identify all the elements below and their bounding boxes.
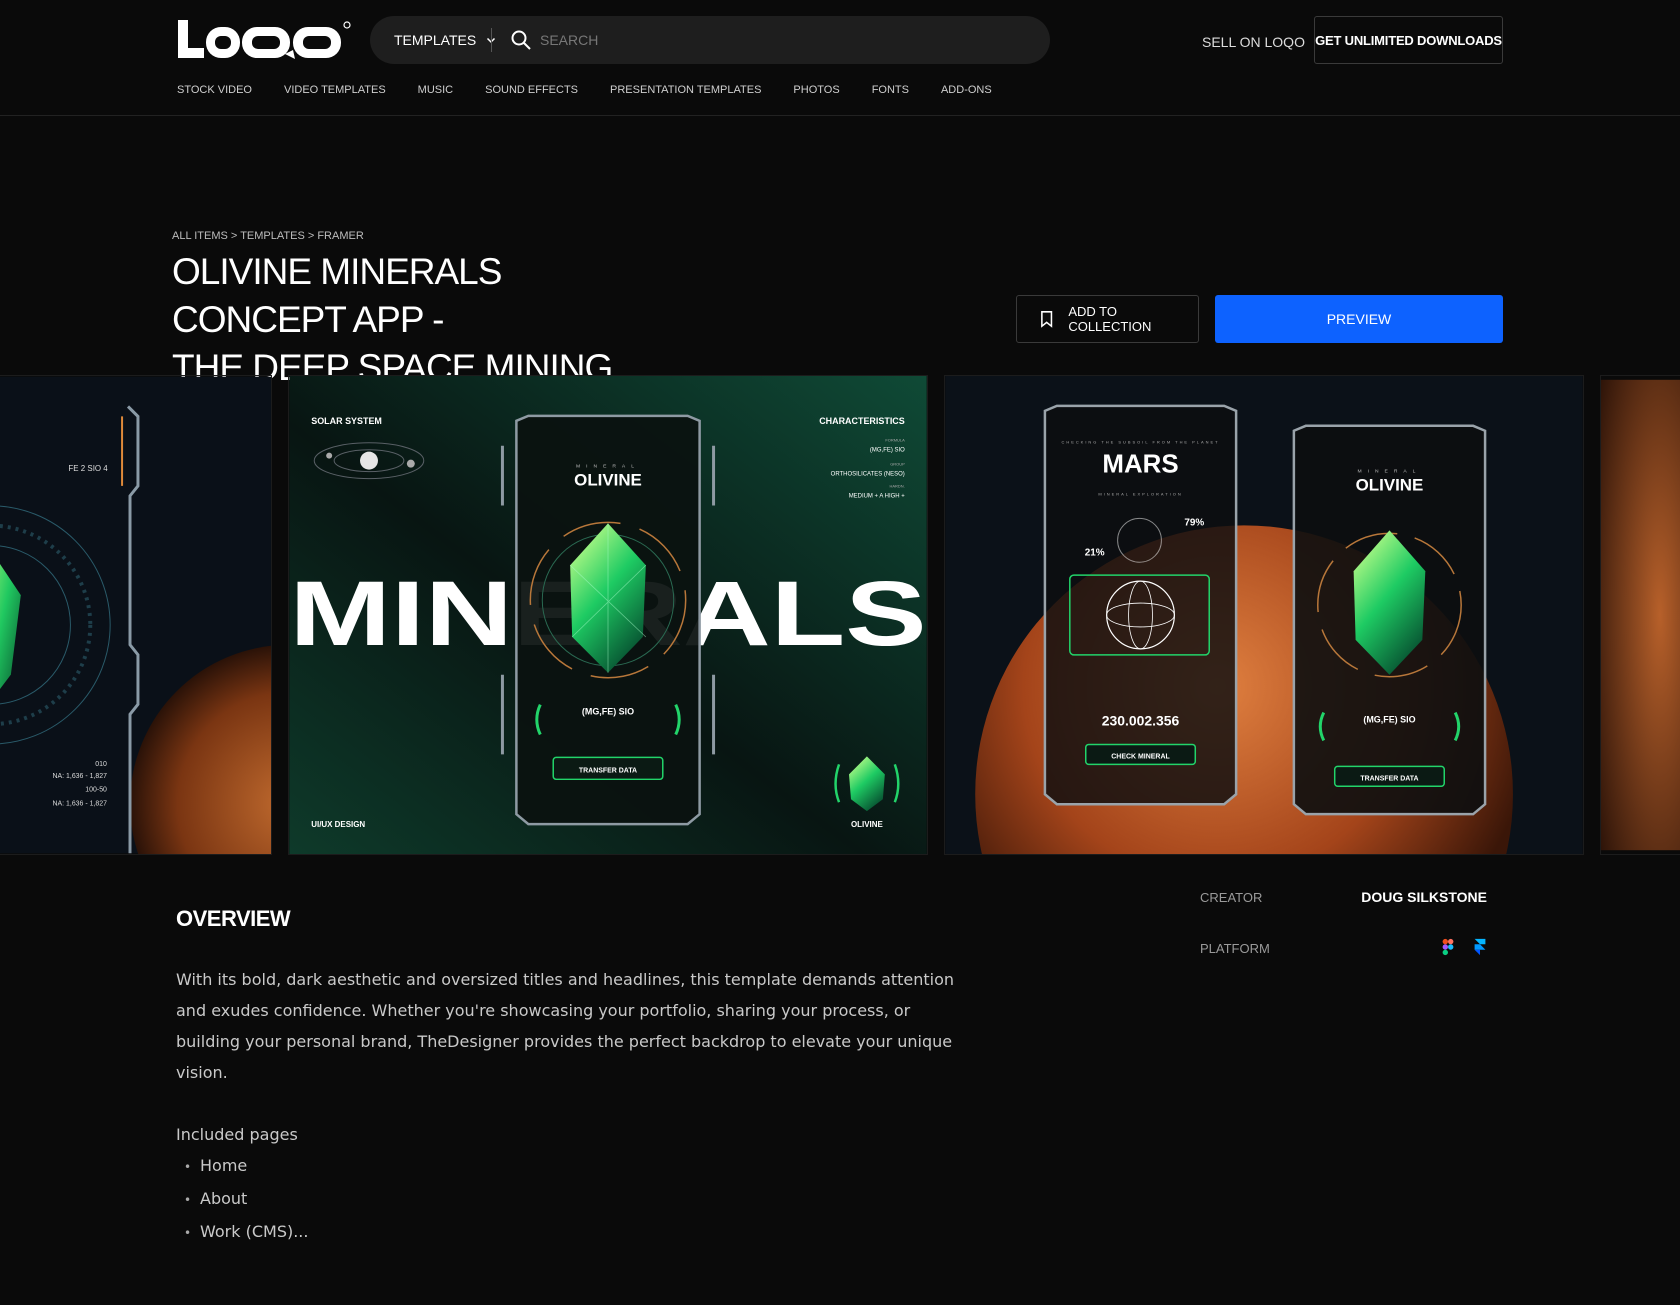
slide-2-mineral-sub: MINERAL [576,464,640,470]
slide-3-check-button: CHECK MINERAL [1111,753,1170,760]
included-pages-list: Home About Work (CMS)... [176,1150,308,1249]
gallery-slide-3[interactable]: CHECKING THE SUBSOIL FROM THE PLANET MAR… [944,375,1584,855]
preview-button[interactable]: PREVIEW [1215,295,1503,343]
slide-1-text-2: 010 [95,761,107,768]
nav-music[interactable]: MUSIC [418,84,453,96]
slide-3-transfer-button: TRANSFER DATA [1360,775,1418,782]
slide-3-pct-1: 79% [1184,517,1204,528]
slide-1-text-4: 100-50 [85,787,107,794]
slide-2-transfer-button: TRANSFER DATA [579,767,637,774]
slide-3-mars-sub: CHECKING THE SUBSOIL FROM THE PLANET [1061,440,1219,445]
slide-3-mineral-sub: MINERAL [1358,469,1422,475]
site-logo[interactable] [175,18,353,60]
framer-icon [1474,938,1486,956]
creator-name[interactable]: DOUG SILKSTONE [1361,889,1487,905]
slide-3-mars-title: MARS [1102,451,1178,479]
add-to-collection-button[interactable]: ADD TO COLLECTION [1016,295,1199,343]
slide-3-formula-card: (MG,FE) SIO [1363,715,1415,725]
breadcrumb: ALL ITEMS > TEMPLATES > FRAMER [172,230,364,242]
bookmark-icon [1041,311,1053,328]
site-header: TEMPLATES SELL ON LOQO GET UNLIMITED DOW… [0,0,1680,116]
included-pages-heading: Included pages [176,1125,298,1144]
nav-fonts[interactable]: FONTS [872,84,909,96]
product-title-line1: OLIVINE MINERALS CONCEPT APP - [172,251,502,340]
nav-add-ons[interactable]: ADD-ONS [941,84,992,96]
slide-2-olivine-label: OLIVINE [851,820,883,829]
slide-1-text-1: FE 2 SIO 4 [68,464,108,473]
list-item: About [176,1183,308,1216]
slide-2-formula-label: FORMULA [885,438,905,443]
slide-1-artwork: FE 2 SIO 4 010 NA: 1,636 - 1,827 100-50 … [0,376,271,854]
slide-2-artwork: SOLAR SYSTEM CHARACTERISTICS FORMULA (MG… [289,376,927,854]
preview-gallery: FE 2 SIO 4 010 NA: 1,636 - 1,827 100-50 … [0,375,1680,855]
slide-3-number: 230.002.356 [1102,713,1180,729]
breadcrumb-framer[interactable]: FRAMER [317,230,363,242]
nav-sound-effects[interactable]: SOUND EFFECTS [485,84,578,96]
nav-photos[interactable]: PHOTOS [793,84,839,96]
slide-1-text-5: NA: 1,636 - 1,827 [53,801,108,808]
slide-3-artwork: CHECKING THE SUBSOIL FROM THE PLANET MAR… [945,376,1583,854]
slide-2-characteristics: CHARACTERISTICS [819,416,905,426]
category-select[interactable]: TEMPLATES [394,16,496,64]
platform-label: PLATFORM [1200,941,1270,956]
slide-2-group: ORTHOSILICATES (NESO) [831,472,905,478]
slide-3-mineral-name: OLIVINE [1356,476,1424,495]
creator-label: CREATOR [1200,890,1263,905]
breadcrumb-templates[interactable]: TEMPLATES [240,230,305,242]
slide-4-artwork [1601,379,1680,851]
list-item: Work (CMS)... [176,1216,308,1249]
search-input[interactable] [540,24,1020,56]
slide-2-solar-system: SOLAR SYSTEM [311,416,382,426]
breadcrumb-all-items[interactable]: ALL ITEMS [172,230,228,242]
gallery-slide-1[interactable]: FE 2 SIO 4 010 NA: 1,636 - 1,827 100-50 … [0,375,272,855]
slide-2-uiux-label: UI/UX DESIGN [311,820,365,829]
slide-2-hardness: MEDIUM + A HIGH + [849,493,906,499]
slide-3-pct-2: 21% [1085,547,1105,558]
gallery-slide-4[interactable] [1600,375,1680,855]
included-pages: Included pages Home About Work (CMS)... [176,1119,308,1249]
platform-icons [1441,938,1487,956]
slide-2-group-label: GROUP [890,462,905,467]
slide-1-text-3: NA: 1,636 - 1,827 [53,773,108,780]
sell-link[interactable]: SELL ON LOQO [1202,34,1305,50]
category-select-label: TEMPLATES [394,32,477,48]
nav-video-templates[interactable]: VIDEO TEMPLATES [284,84,386,96]
add-to-collection-label: ADD TO COLLECTION [1068,304,1152,334]
overview-description: With its bold, dark aesthetic and oversi… [176,970,955,1082]
slide-2-formula-card: (MG,FE) SIO [582,707,634,717]
category-nav: STOCK VIDEO VIDEO TEMPLATES MUSIC SOUND … [177,84,992,96]
slide-2-formula: (MG,FE) SIO [870,448,905,454]
slide-2-hardness-label: HARDN. [890,484,905,489]
slide-2-mineral-name: OLIVINE [574,471,642,490]
overview-heading: OVERVIEW [176,906,291,931]
unlimited-downloads-button[interactable]: GET UNLIMITED DOWNLOADS [1314,16,1503,64]
figma-icon [1442,938,1454,956]
search-bar: TEMPLATES [370,16,1050,64]
search-icon[interactable] [510,29,532,51]
nav-stock-video[interactable]: STOCK VIDEO [177,84,252,96]
list-item: Home [176,1150,308,1183]
slide-3-mars-sub2: MINERAL EXPLORATION [1098,492,1182,497]
search-divider [491,28,492,52]
nav-presentation-templates[interactable]: PRESENTATION TEMPLATES [610,84,761,96]
gallery-slide-2[interactable]: SOLAR SYSTEM CHARACTERISTICS FORMULA (MG… [288,375,928,855]
